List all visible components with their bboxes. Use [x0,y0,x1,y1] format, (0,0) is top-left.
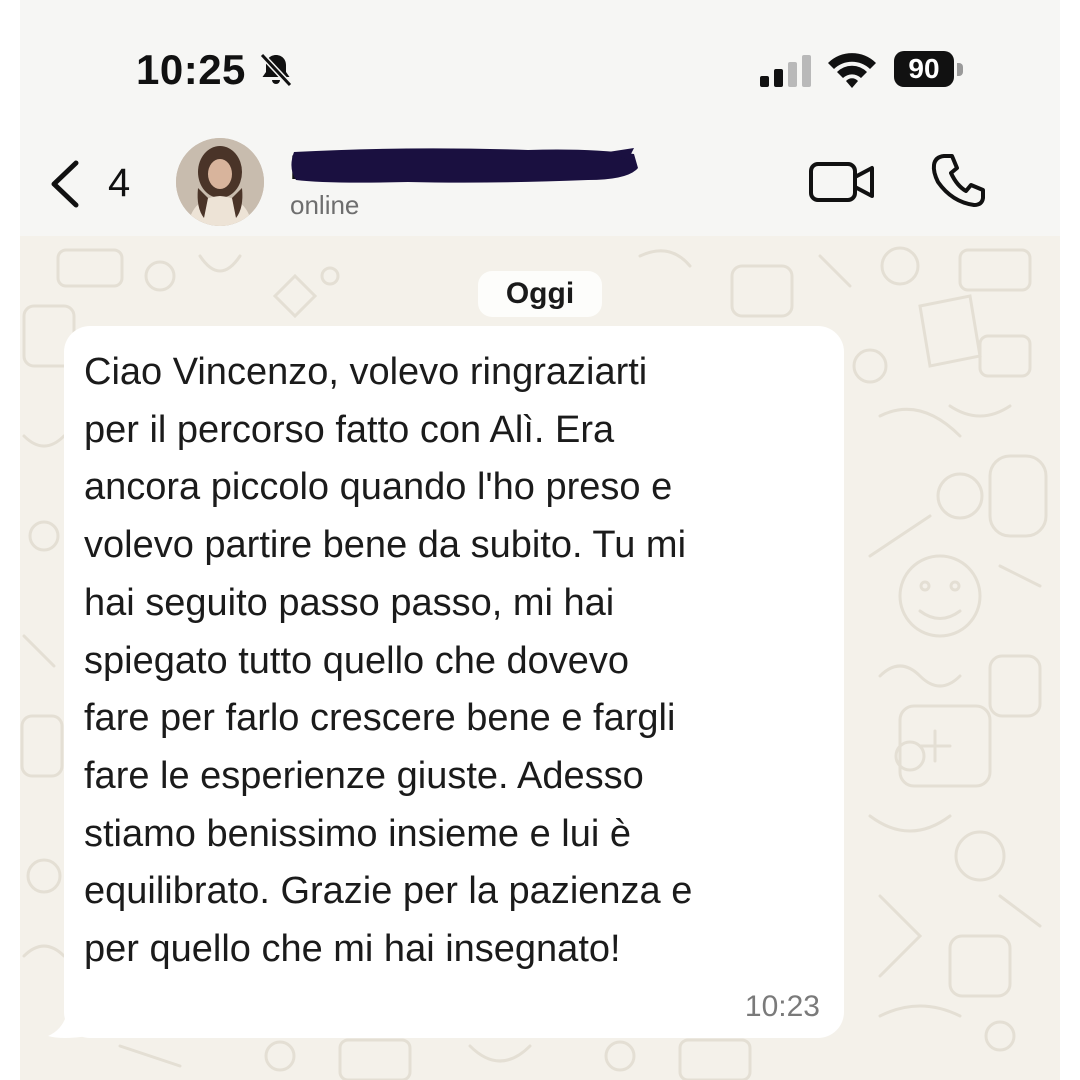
cellular-signal-icon [760,55,811,87]
contact-status: online [290,190,360,220]
phone-screen: 10:25 90 4 online Oggi Ciao Vincenzo, vo… [20,0,1060,1080]
avatar-photo [176,138,264,226]
battery-cap [957,63,963,76]
status-time: 10:25 [136,46,246,93]
message-timestamp: 10:23 [744,990,820,1023]
wifi-icon [828,53,876,88]
back-button[interactable]: 4 [46,155,166,211]
phone-icon[interactable] [930,152,986,208]
bell-slash-icon [259,52,293,88]
unread-count: 4 [108,161,131,205]
video-camera-icon[interactable] [808,158,876,206]
battery-level: 90 [908,53,940,84]
chevron-left-icon [51,160,79,208]
chat-header: 4 R online [20,130,1060,236]
chat-area[interactable]: Oggi Ciao Vincenzo, volevo ringraziarti … [20,236,1060,1080]
battery-indicator: 90 [894,51,966,89]
message-text: Ciao Vincenzo, volevo ringraziarti per i… [84,351,693,971]
status-bar: 10:25 90 [20,0,1060,130]
contact-name-redacted[interactable]: R [288,146,640,186]
message-bubble-incoming[interactable]: Ciao Vincenzo, volevo ringraziarti per i… [64,326,844,1038]
contact-avatar[interactable] [176,138,264,226]
date-separator: Oggi [478,271,602,317]
